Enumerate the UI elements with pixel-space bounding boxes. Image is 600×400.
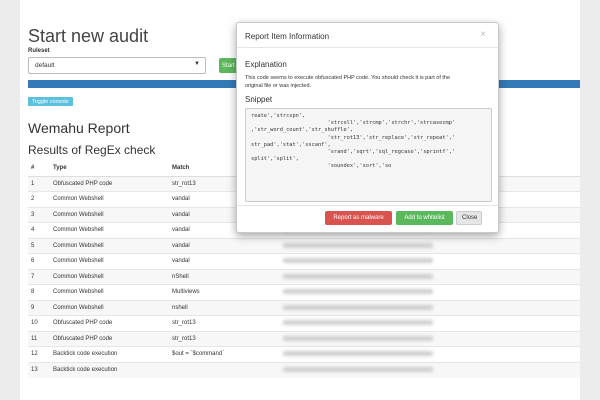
- row-file-path: [280, 284, 580, 300]
- redacted-path: [283, 273, 433, 279]
- close-button[interactable]: Close: [456, 211, 482, 225]
- row-type: Obfuscated PHP code: [50, 315, 169, 331]
- row-match: vandal: [169, 253, 280, 269]
- table-row[interactable]: 12 Backtick code execution $out = `$comman…: [28, 346, 580, 362]
- row-number: 3: [28, 206, 50, 223]
- row-number: 13: [28, 361, 50, 378]
- snippet-heading: Snippet: [245, 95, 273, 104]
- row-match: str_rot13: [169, 330, 280, 347]
- row-number: 12: [28, 346, 50, 362]
- row-match: $out = `$command`: [169, 346, 280, 362]
- ruleset-select-value: default: [35, 62, 55, 69]
- row-type: Common Webshell: [50, 237, 169, 254]
- row-match: [169, 361, 280, 378]
- row-type: Backtick code execution: [50, 346, 169, 362]
- row-file-path: [280, 361, 580, 378]
- redacted-path: [283, 335, 433, 341]
- row-type: Common Webshell: [50, 253, 169, 269]
- row-type: Common Webshell: [50, 299, 169, 316]
- toggle-console-button[interactable]: Toggle console: [28, 97, 73, 106]
- modal-header-divider: [237, 47, 498, 48]
- row-number: 1: [28, 175, 50, 192]
- row-type: Common Webshell: [50, 284, 169, 300]
- page: Start new audit Ruleset default ▼ Start …: [0, 0, 600, 400]
- table-row[interactable]: 10 Obfuscated PHP code str_rot13: [28, 315, 580, 331]
- table-row[interactable]: 9 Common Webshell nshell: [28, 299, 580, 316]
- row-number: 4: [28, 222, 50, 238]
- row-file-path: [280, 315, 580, 331]
- redacted-path: [283, 320, 433, 326]
- report-malware-button[interactable]: Report as malware: [325, 211, 392, 225]
- modal-title: Report Item Information: [245, 32, 330, 41]
- row-match: str_rot13: [169, 315, 280, 331]
- row-type: Common Webshell: [50, 268, 169, 285]
- row-type: Common Webshell: [50, 206, 169, 223]
- table-row[interactable]: 11 Obfuscated PHP code str_rot13: [28, 330, 580, 347]
- redacted-path: [283, 242, 433, 248]
- row-file-path: [280, 330, 580, 347]
- redacted-path: [283, 258, 433, 264]
- row-number: 5: [28, 237, 50, 254]
- chevron-down-icon: ▼: [194, 61, 200, 67]
- row-type: Backtick code execution: [50, 361, 169, 378]
- row-type: Obfuscated PHP code: [50, 175, 169, 192]
- row-type: Common Webshell: [50, 191, 169, 207]
- redacted-path: [283, 289, 433, 295]
- close-icon[interactable]: ×: [480, 29, 486, 40]
- redacted-path: [283, 351, 433, 357]
- row-number: 8: [28, 284, 50, 300]
- row-type: Common Webshell: [50, 222, 169, 238]
- row-number: 9: [28, 299, 50, 316]
- results-title: Results of RegEx check: [28, 143, 156, 157]
- code-snippet: reate','strcspn', 'strcoll','strcmp','st…: [245, 108, 492, 202]
- ruleset-select[interactable]: default ▼: [28, 57, 206, 74]
- row-match: nShell: [169, 268, 280, 285]
- explanation-text: This code seems to execute obfuscated PH…: [245, 75, 451, 89]
- table-row[interactable]: 7 Common Webshell nShell: [28, 268, 580, 285]
- ruleset-label: Ruleset: [28, 48, 50, 54]
- row-file-path: [280, 346, 580, 362]
- row-match: Multiviews: [169, 284, 280, 300]
- row-number: 6: [28, 253, 50, 269]
- row-number: 7: [28, 268, 50, 285]
- redacted-path: [283, 304, 433, 310]
- redacted-path: [283, 366, 433, 372]
- add-to-whitelist-button[interactable]: Add to whitelist: [396, 211, 453, 225]
- row-file-path: [280, 268, 580, 285]
- modal-footer-divider: [237, 205, 498, 206]
- row-type: Obfuscated PHP code: [50, 330, 169, 347]
- row-match: nshell: [169, 299, 280, 316]
- row-number: 11: [28, 330, 50, 347]
- table-row[interactable]: 5 Common Webshell vandal: [28, 237, 580, 254]
- table-row[interactable]: 6 Common Webshell vandal: [28, 253, 580, 269]
- row-number: 2: [28, 191, 50, 207]
- table-row[interactable]: 13 Backtick code execution: [28, 361, 580, 378]
- column-header-number: #: [28, 161, 50, 177]
- explanation-heading: Explanation: [245, 60, 287, 69]
- row-number: 10: [28, 315, 50, 331]
- report-title: Wemahu Report: [28, 120, 130, 136]
- row-file-path: [280, 299, 580, 316]
- row-file-path: [280, 237, 580, 254]
- row-file-path: [280, 253, 580, 269]
- report-item-modal: Report Item Information × Explanation Th…: [236, 22, 499, 233]
- row-match: vandal: [169, 237, 280, 254]
- table-row[interactable]: 8 Common Webshell Multiviews: [28, 284, 580, 300]
- start-audit-heading: Start new audit: [28, 26, 149, 46]
- column-header-type: Type: [50, 161, 169, 177]
